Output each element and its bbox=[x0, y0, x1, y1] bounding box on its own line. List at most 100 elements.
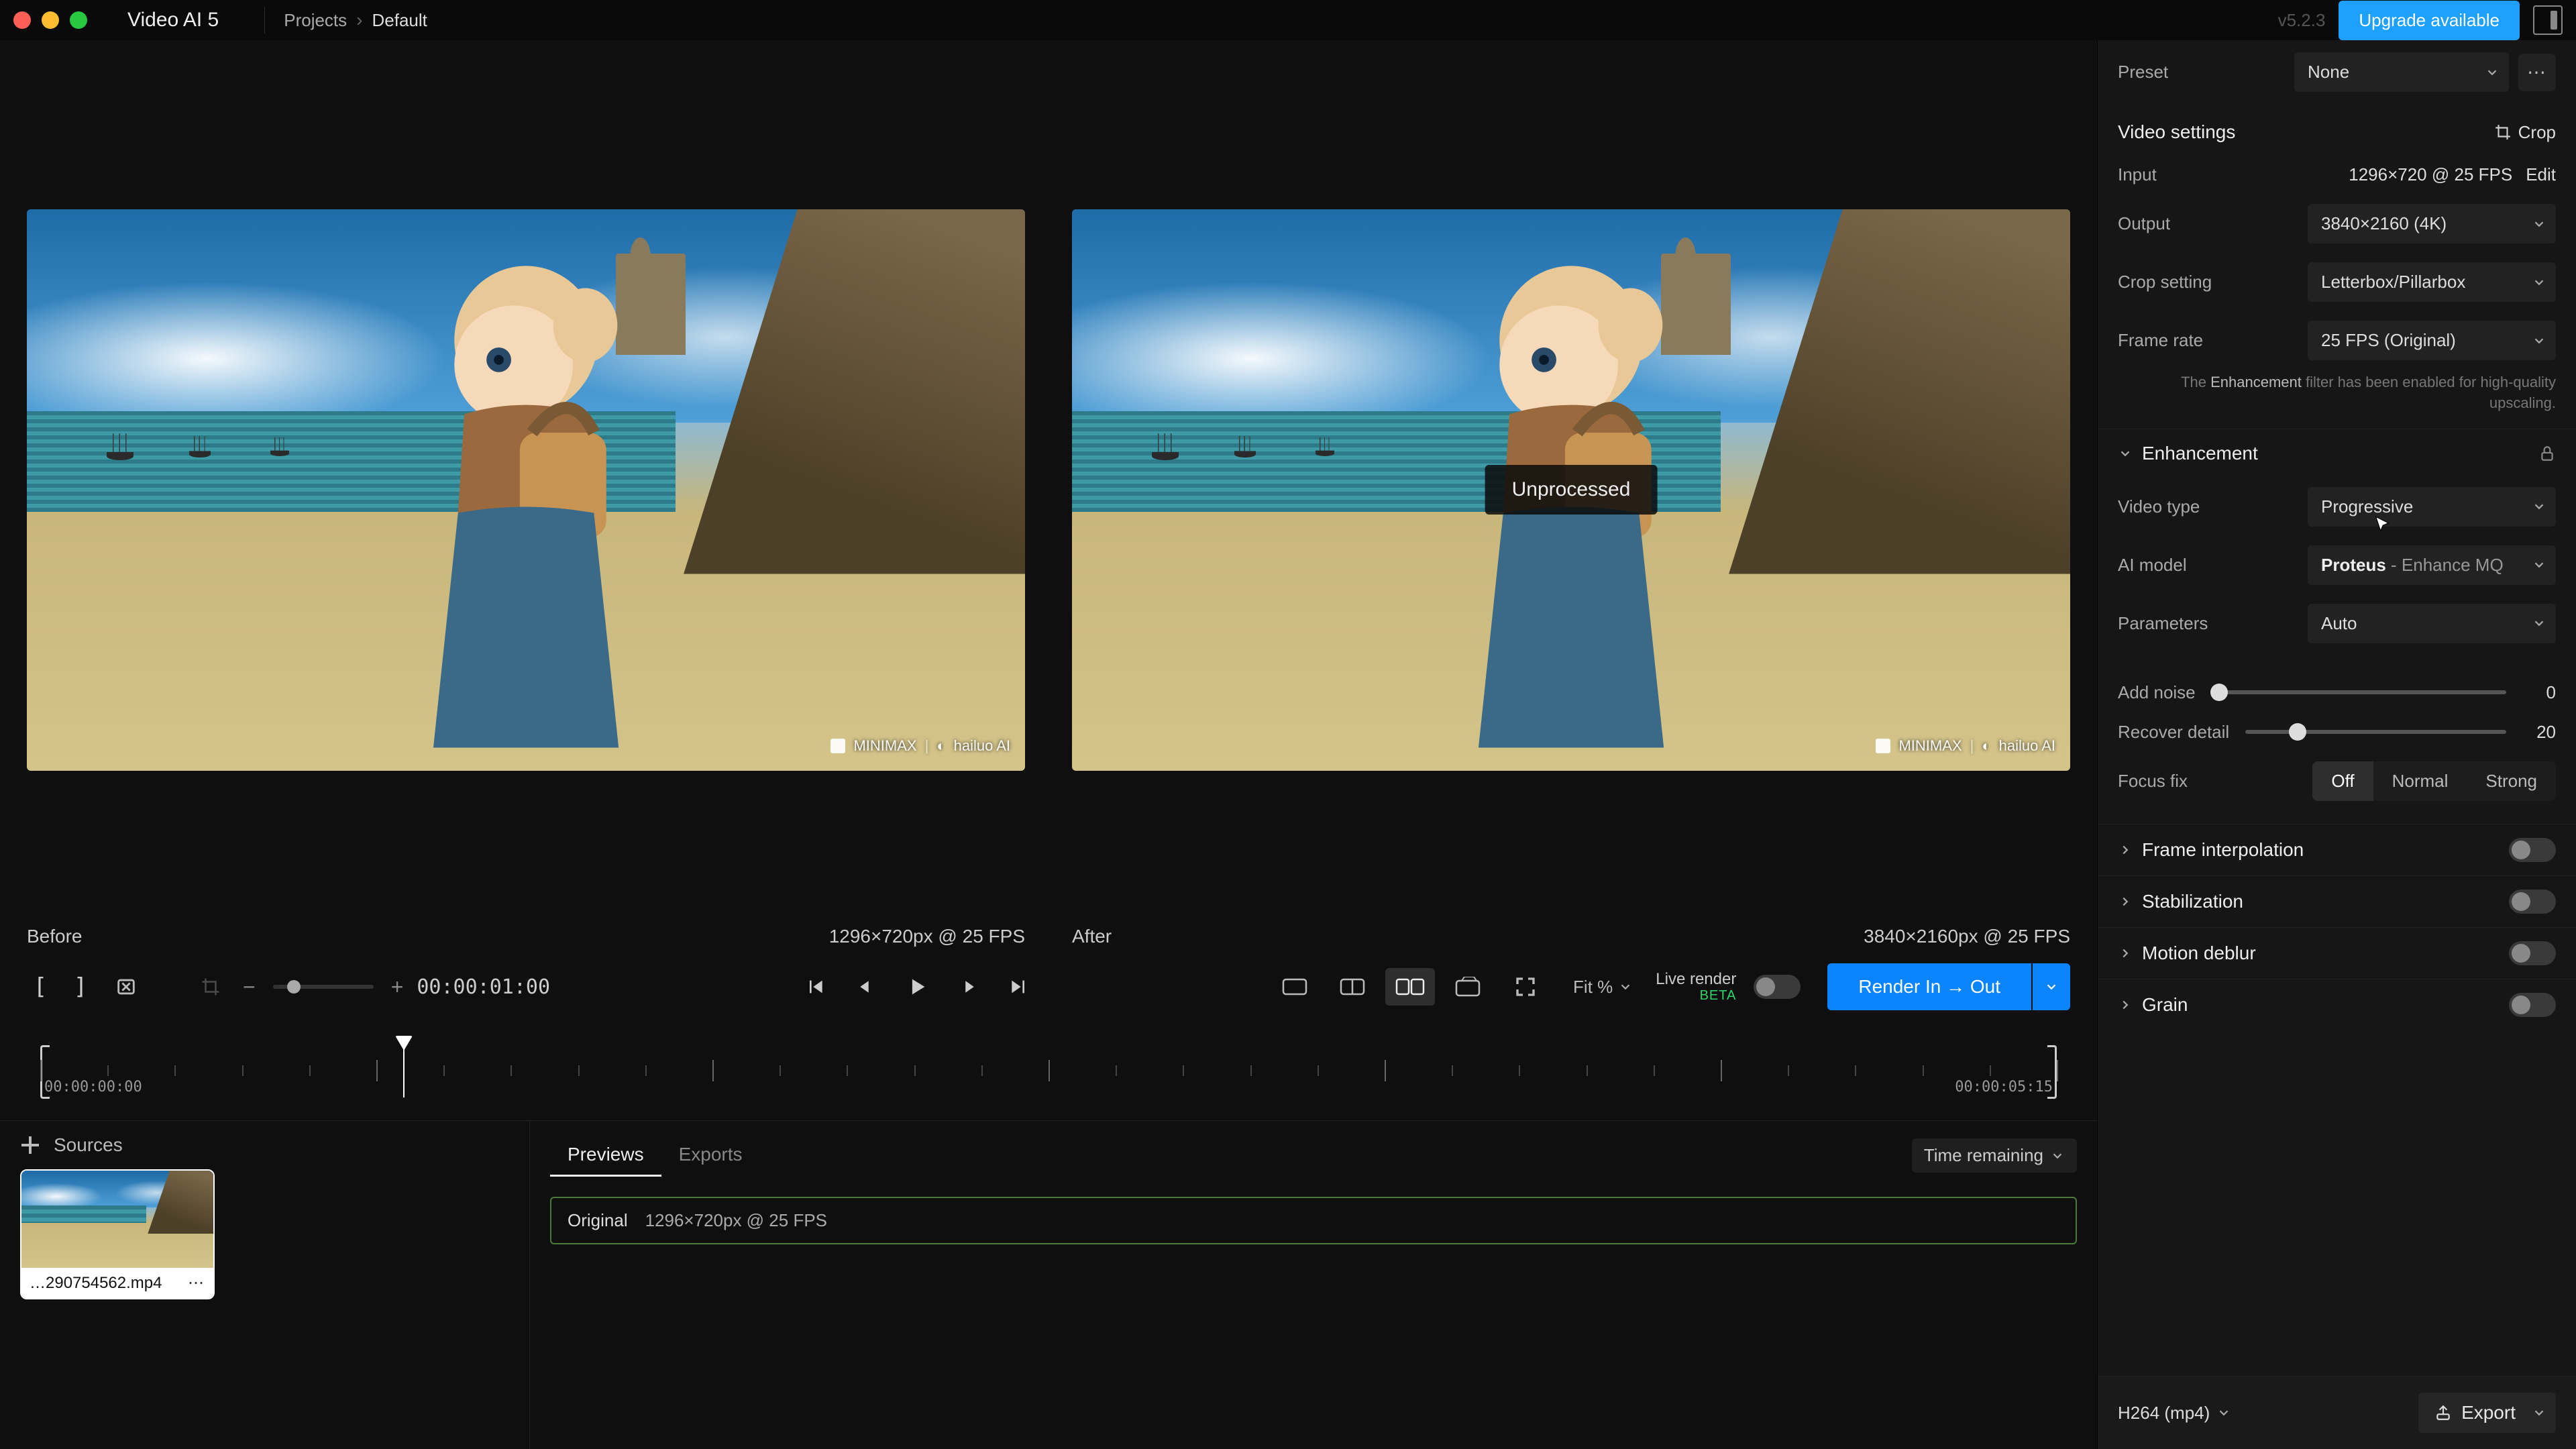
frame-interpolation-section[interactable]: Frame interpolation bbox=[2098, 824, 2576, 875]
grain-toggle[interactable] bbox=[2509, 993, 2556, 1017]
source-clip-menu-button[interactable]: ⋯ bbox=[188, 1273, 205, 1293]
upgrade-button[interactable]: Upgrade available bbox=[2339, 1, 2520, 40]
preset-label: Preset bbox=[2118, 62, 2168, 83]
set-out-point-button[interactable]: ] bbox=[67, 973, 94, 1000]
motion-deblur-section[interactable]: Motion deblur bbox=[2098, 927, 2576, 979]
add-source-button[interactable] bbox=[20, 1135, 40, 1155]
source-clip[interactable]: …290754562.mp4 ⋯ bbox=[20, 1169, 215, 1299]
live-render-label: Live render BETA bbox=[1656, 971, 1736, 1003]
chevron-right-icon: › bbox=[356, 9, 362, 31]
go-to-end-button[interactable] bbox=[1000, 968, 1038, 1006]
stabilization-section[interactable]: Stabilization bbox=[2098, 875, 2576, 927]
job-name: Original bbox=[568, 1210, 628, 1231]
before-frame[interactable]: MINIMAX | ◐ hailuo AI bbox=[27, 209, 1025, 771]
input-edit-button[interactable]: Edit bbox=[2526, 164, 2556, 185]
export-icon bbox=[2434, 1404, 2452, 1421]
minimax-logo-icon bbox=[830, 739, 845, 753]
prev-frame-button[interactable] bbox=[847, 968, 885, 1006]
playhead[interactable] bbox=[403, 1037, 405, 1097]
ai-model-label: AI model bbox=[2118, 555, 2187, 576]
live-render-toggle[interactable] bbox=[1754, 975, 1801, 999]
unprocessed-badge: Unprocessed bbox=[1485, 465, 1658, 515]
crop-tool-button[interactable] bbox=[192, 968, 229, 1006]
preview-job-row[interactable]: Original 1296×720px @ 25 FPS bbox=[550, 1197, 2077, 1244]
grain-section[interactable]: Grain bbox=[2098, 979, 2576, 1030]
preset-more-button[interactable]: ⋯ bbox=[2518, 54, 2556, 91]
after-label: After bbox=[1072, 926, 1112, 947]
focus-fix-normal[interactable]: Normal bbox=[2373, 761, 2467, 801]
preview-area: MINIMAX | ◐ hailuo AI bbox=[0, 40, 2097, 912]
timecode-display[interactable]: 00:00:01:00 bbox=[417, 975, 564, 999]
source-clip-name: …290754562.mp4 bbox=[30, 1274, 162, 1293]
add-noise-label: Add noise bbox=[2118, 682, 2196, 703]
frame-interpolation-toggle[interactable] bbox=[2509, 838, 2556, 862]
job-spec: 1296×720px @ 25 FPS bbox=[645, 1210, 827, 1231]
before-label: Before bbox=[27, 926, 83, 947]
focus-fix-label: Focus fix bbox=[2118, 771, 2188, 792]
breadcrumb-projects[interactable]: Projects bbox=[284, 10, 347, 31]
window-controls bbox=[13, 11, 87, 29]
clear-in-out-button[interactable] bbox=[107, 968, 145, 1006]
go-to-start-button[interactable] bbox=[796, 968, 834, 1006]
sources-title: Sources bbox=[54, 1134, 123, 1156]
after-frame[interactable]: MINIMAX | ◐ hailuo AI Unprocessed bbox=[1072, 209, 2070, 771]
export-format-select[interactable]: H264 (mp4) bbox=[2118, 1403, 2231, 1424]
video-type-label: Video type bbox=[2118, 496, 2200, 517]
play-button[interactable] bbox=[898, 968, 936, 1006]
split-view-button[interactable] bbox=[1328, 968, 1377, 1006]
enhancement-section-header[interactable]: Enhancement bbox=[2098, 429, 2576, 478]
add-noise-slider[interactable] bbox=[2212, 690, 2506, 694]
recover-detail-slider[interactable] bbox=[2245, 730, 2506, 734]
render-button[interactable]: Render In → Out bbox=[1827, 963, 2031, 1010]
after-spec: 3840×2160px @ 25 FPS bbox=[1864, 926, 2070, 947]
watermark: MINIMAX | ◐ hailuo AI bbox=[830, 737, 1010, 755]
titlebar: Video AI 5 Projects › Default v5.2.3 Upg… bbox=[0, 0, 2576, 40]
version-label: v5.2.3 bbox=[2278, 10, 2326, 31]
before-spec: 1296×720px @ 25 FPS bbox=[829, 926, 1025, 947]
close-window-button[interactable] bbox=[13, 11, 31, 29]
stabilization-toggle[interactable] bbox=[2509, 890, 2556, 914]
render-options-button[interactable] bbox=[2033, 963, 2070, 1010]
video-type-select[interactable]: Progressive bbox=[2308, 487, 2556, 527]
output-select[interactable]: 3840×2160 (4K) bbox=[2308, 204, 2556, 244]
zoom-window-button[interactable] bbox=[70, 11, 87, 29]
lock-icon bbox=[2538, 445, 2556, 462]
fit-zoom-select[interactable]: Fit % bbox=[1573, 977, 1633, 998]
previews-tab[interactable]: Previews bbox=[550, 1134, 661, 1177]
crop-button[interactable]: Crop bbox=[2494, 122, 2556, 143]
side-by-side-view-button[interactable] bbox=[1385, 968, 1435, 1006]
single-view-button[interactable] bbox=[1270, 968, 1320, 1006]
export-button[interactable]: Export bbox=[2418, 1393, 2556, 1433]
sources-panel: Sources …290754562.mp4 ⋯ bbox=[0, 1121, 530, 1449]
before-after-labels: Before 1296×720px @ 25 FPS After 3840×21… bbox=[0, 912, 2097, 954]
next-frame-button[interactable] bbox=[949, 968, 987, 1006]
preset-select[interactable]: None bbox=[2294, 52, 2509, 92]
timeline[interactable]: 00:00:00:00 00:00:05:15 bbox=[40, 1033, 2057, 1114]
focus-fix-off[interactable]: Off bbox=[2312, 761, 2373, 801]
set-in-point-button[interactable]: [ bbox=[27, 973, 54, 1000]
compare-ab-button[interactable] bbox=[1443, 968, 1493, 1006]
parameters-select[interactable]: Auto bbox=[2308, 604, 2556, 643]
ai-model-select[interactable]: Proteus - Enhance MQ bbox=[2308, 545, 2556, 585]
motion-deblur-toggle[interactable] bbox=[2509, 941, 2556, 965]
settings-panel: Preset None ⋯ Video settings Crop Input … bbox=[2097, 40, 2576, 1449]
focus-fix-strong[interactable]: Strong bbox=[2467, 761, 2556, 801]
zoom-slider[interactable] bbox=[273, 985, 374, 989]
recover-detail-value: 20 bbox=[2522, 722, 2556, 743]
frame-rate-select[interactable]: 25 FPS (Original) bbox=[2308, 321, 2556, 360]
focus-fix-segmented[interactable]: Off Normal Strong bbox=[2312, 761, 2556, 801]
transport-bar: [ ] − + 00:00:01:00 bbox=[0, 954, 2097, 1020]
divider bbox=[264, 7, 265, 34]
minimize-window-button[interactable] bbox=[42, 11, 59, 29]
toggle-right-panel-button[interactable] bbox=[2533, 5, 2563, 35]
breadcrumb-current[interactable]: Default bbox=[372, 10, 427, 31]
frame-rate-label: Frame rate bbox=[2118, 330, 2203, 351]
zoom-in-button[interactable]: + bbox=[391, 975, 404, 1000]
crop-setting-select[interactable]: Letterbox/Pillarbox bbox=[2308, 262, 2556, 302]
timeline-end-label: 00:00:05:15 bbox=[1955, 1079, 2053, 1095]
time-remaining-select[interactable]: Time remaining bbox=[1912, 1138, 2077, 1173]
zoom-out-button[interactable]: − bbox=[243, 975, 256, 1000]
before-image: MINIMAX | ◐ hailuo AI bbox=[27, 209, 1025, 771]
exports-tab[interactable]: Exports bbox=[661, 1134, 760, 1177]
fullscreen-button[interactable] bbox=[1501, 968, 1550, 1006]
